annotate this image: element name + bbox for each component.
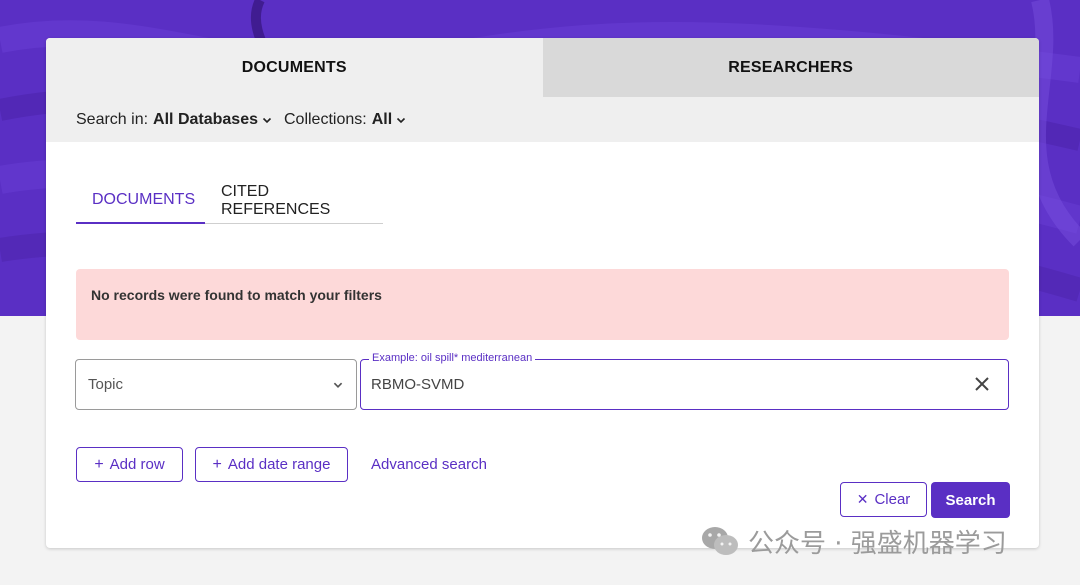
search-field-select[interactable]: Topic bbox=[75, 359, 357, 410]
add-row-button[interactable]: + Add row bbox=[76, 447, 183, 482]
advanced-search-link[interactable]: Advanced search bbox=[371, 456, 487, 473]
chevron-down-icon bbox=[262, 117, 272, 123]
collections-label: Collections: bbox=[283, 110, 367, 128]
filter-bar: Search in: All Databases Collections: Al… bbox=[46, 97, 1039, 142]
clear-button[interactable]: ✕ Clear bbox=[840, 482, 927, 517]
close-icon[interactable] bbox=[972, 374, 992, 394]
search-card: DOCUMENTS RESEARCHERS Search in: All Dat… bbox=[46, 38, 1039, 548]
tab-documents[interactable]: DOCUMENTS bbox=[46, 38, 543, 97]
collections-dropdown[interactable]: Collections: All bbox=[284, 111, 406, 129]
top-tabs: DOCUMENTS RESEARCHERS bbox=[46, 38, 1039, 97]
clear-label: Clear bbox=[874, 491, 911, 508]
search-input[interactable] bbox=[371, 372, 951, 396]
add-date-range-label: Add date range bbox=[227, 456, 331, 473]
sub-tabs: DOCUMENTS CITED REFERENCES bbox=[76, 178, 383, 224]
add-row-label: Add row bbox=[109, 456, 165, 473]
search-in-value: All Databases bbox=[153, 110, 258, 128]
search-in-label: Search in: bbox=[76, 110, 149, 128]
search-field-value: Topic bbox=[88, 376, 124, 393]
watermark: 公众号 · 强盛机器学习 bbox=[700, 524, 1007, 559]
subtab-documents[interactable]: DOCUMENTS bbox=[76, 178, 205, 224]
chevron-down-icon bbox=[397, 117, 406, 123]
add-date-range-button[interactable]: + Add date range bbox=[195, 447, 348, 482]
subtab-cited-references[interactable]: CITED REFERENCES bbox=[205, 178, 383, 224]
plus-icon: + bbox=[212, 455, 222, 473]
collections-value: All bbox=[371, 110, 393, 128]
close-icon: ✕ bbox=[856, 491, 869, 507]
tab-researchers[interactable]: RESEARCHERS bbox=[542, 38, 1039, 97]
search-query-box: Example: oil spill* mediterranean bbox=[360, 352, 1009, 410]
wechat-icon bbox=[702, 527, 738, 555]
alert-message: No records were found to match your filt… bbox=[91, 287, 382, 303]
plus-icon: + bbox=[94, 455, 104, 473]
search-in-dropdown[interactable]: Search in: All Databases bbox=[76, 111, 272, 129]
search-input-label: Example: oil spill* mediterranean bbox=[369, 352, 536, 364]
search-button[interactable]: Search bbox=[931, 482, 1010, 518]
watermark-text: 公众号 · 强盛机器学习 bbox=[748, 528, 1007, 559]
chevron-down-icon bbox=[333, 382, 343, 388]
no-results-alert: No records were found to match your filt… bbox=[76, 269, 1009, 340]
